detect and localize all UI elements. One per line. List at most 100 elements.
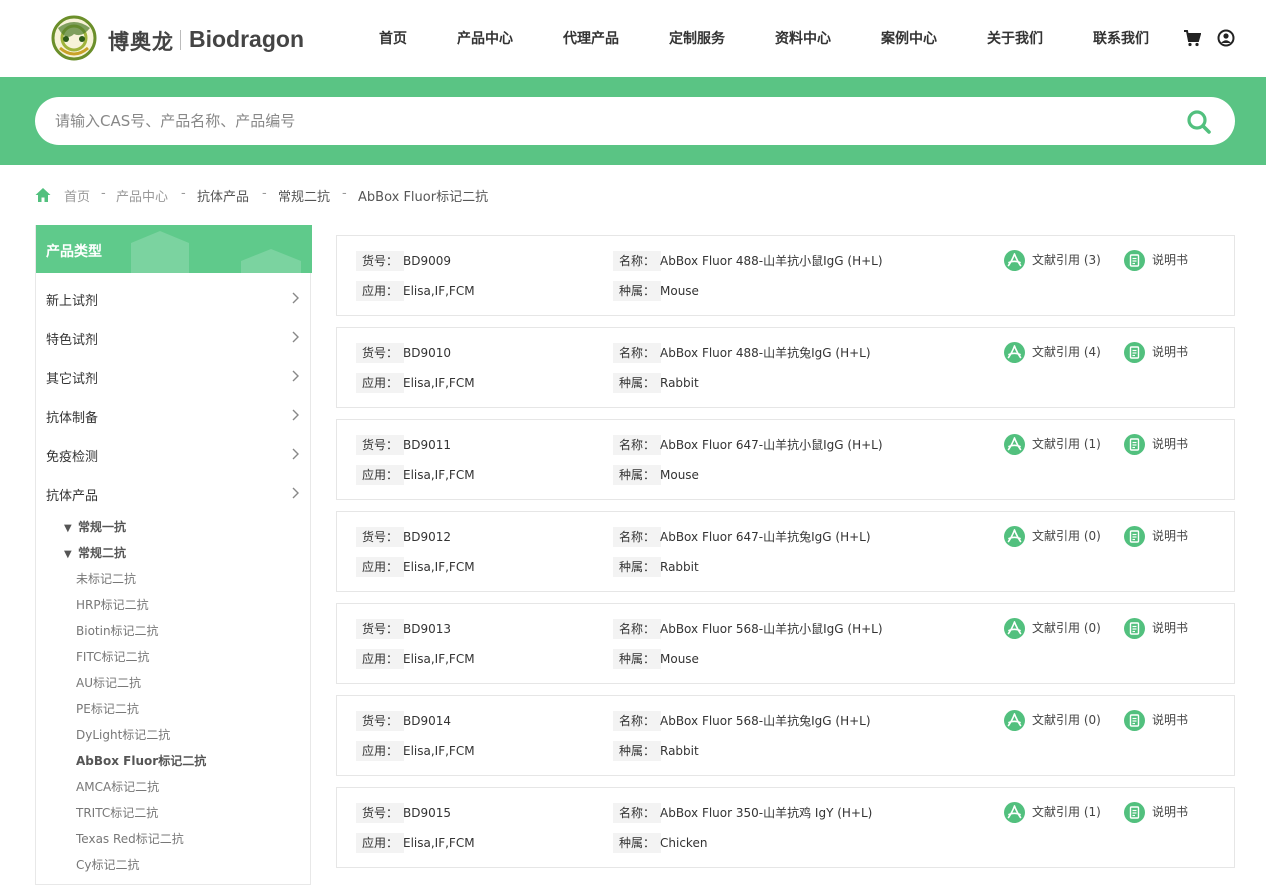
product-card[interactable]: 货号： BD9009 名称： AbBox Fluor 488-山羊抗小鼠IgG … (336, 235, 1235, 316)
citation-link[interactable]: 文献引用 (1) (1032, 435, 1101, 452)
search-input[interactable] (55, 97, 1155, 145)
pdf-icon[interactable] (1004, 802, 1025, 823)
pdf-icon[interactable] (1004, 434, 1025, 455)
product-name[interactable]: AbBox Fluor 568-山羊抗小鼠IgG (H+L) (660, 619, 883, 639)
product-name[interactable]: AbBox Fluor 488-山羊抗兔IgG (H+L) (660, 343, 871, 363)
nav-contact[interactable]: 联系我们 (1093, 28, 1149, 48)
citation-link[interactable]: 文献引用 (0) (1032, 527, 1101, 544)
manual-link[interactable]: 说明书 (1152, 711, 1188, 728)
manual-link[interactable]: 说明书 (1152, 527, 1188, 544)
sidebar-item-featured[interactable]: 特色试剂 (36, 318, 310, 357)
app-label-text: 应用 (362, 284, 387, 298)
breadcrumb-antibody[interactable]: 抗体产品 (197, 186, 249, 205)
manual-link[interactable]: 说明书 (1152, 343, 1188, 360)
sidebar-item-antibody-products[interactable]: 抗体产品 (36, 474, 310, 513)
app-label: 应用： (356, 741, 405, 761)
name-label: 名称： (613, 343, 662, 363)
colon: ： (386, 530, 399, 544)
sidebar-subitem[interactable]: TRITC标记二抗 (76, 804, 158, 821)
citation-link[interactable]: 文献引用 (1) (1032, 803, 1101, 820)
sidebar-item-immunoassay[interactable]: 免疫检测 (36, 435, 310, 474)
pdf-icon[interactable] (1004, 710, 1025, 731)
sidebar-item-other[interactable]: 其它试剂 (36, 357, 310, 396)
user-icon[interactable] (1217, 29, 1235, 47)
citation-link[interactable]: 文献引用 (0) (1032, 619, 1101, 636)
sidebar-subitem[interactable]: AMCA标记二抗 (76, 778, 159, 795)
citation-link[interactable]: 文献引用 (0) (1032, 711, 1101, 728)
product-name[interactable]: AbBox Fluor 568-山羊抗兔IgG (H+L) (660, 711, 871, 731)
nav-about[interactable]: 关于我们 (987, 28, 1043, 48)
pdf-icon[interactable] (1004, 526, 1025, 547)
manual-link[interactable]: 说明书 (1152, 251, 1188, 268)
app-label: 应用： (356, 649, 405, 669)
sidebar-item-antibody-prep[interactable]: 抗体制备 (36, 396, 310, 435)
product-name[interactable]: AbBox Fluor 647-山羊抗兔IgG (H+L) (660, 527, 871, 547)
product-name[interactable]: AbBox Fluor 647-山羊抗小鼠IgG (H+L) (660, 435, 883, 455)
subgroup-primary[interactable]: ▼ 常规一抗 (64, 518, 126, 535)
citation-link[interactable]: 文献引用 (4) (1032, 343, 1101, 360)
colon: ： (386, 652, 399, 666)
manual-link[interactable]: 说明书 (1152, 435, 1188, 452)
product-name[interactable]: AbBox Fluor 350-山羊抗鸡 IgY (H+L) (660, 803, 872, 823)
product-name[interactable]: AbBox Fluor 488-山羊抗小鼠IgG (H+L) (660, 251, 883, 271)
species-label-text: 种属 (619, 560, 644, 574)
breadcrumb-home[interactable]: 首页 (64, 186, 90, 205)
nav-agency-products[interactable]: 代理产品 (563, 28, 619, 48)
colon: ： (386, 744, 399, 758)
citation-link[interactable]: 文献引用 (3) (1032, 251, 1101, 268)
cart-icon[interactable] (1183, 29, 1201, 47)
nav-home[interactable]: 首页 (379, 28, 407, 48)
sidebar-subitem-active[interactable]: AbBox Fluor标记二抗 (76, 752, 206, 769)
sku-label-text: 货号 (362, 346, 387, 360)
manual-icon[interactable] (1124, 250, 1145, 271)
breadcrumb-secondary[interactable]: 常规二抗 (278, 186, 330, 205)
sidebar-subitem[interactable]: 未标记二抗 (76, 570, 136, 587)
nav-products[interactable]: 产品中心 (457, 28, 513, 48)
sidebar-subitem[interactable]: DyLight标记二抗 (76, 726, 170, 743)
pdf-icon[interactable] (1004, 250, 1025, 271)
manual-link[interactable]: 说明书 (1152, 619, 1188, 636)
product-application: Elisa,IF,FCM (403, 652, 475, 666)
product-application: Elisa,IF,FCM (403, 284, 475, 298)
manual-icon[interactable] (1124, 802, 1145, 823)
product-sku: BD9015 (403, 806, 452, 820)
breadcrumb-products[interactable]: 产品中心 (116, 186, 168, 205)
sidebar-subitem[interactable]: FITC标记二抗 (76, 648, 149, 665)
sidebar-subitem[interactable]: Biotin标记二抗 (76, 622, 159, 639)
sidebar-subitem[interactable]: Cy标记二抗 (76, 856, 139, 873)
sidebar-subitem[interactable]: HRP标记二抗 (76, 596, 149, 613)
manual-link[interactable]: 说明书 (1152, 803, 1188, 820)
subgroup-secondary[interactable]: ▼ 常规二抗 (64, 544, 126, 561)
pdf-icon[interactable] (1004, 618, 1025, 639)
colon: ： (643, 806, 656, 820)
product-card[interactable]: 货号： BD9011 名称： AbBox Fluor 647-山羊抗小鼠IgG … (336, 419, 1235, 500)
home-icon[interactable] (35, 187, 51, 203)
pdf-icon[interactable] (1004, 342, 1025, 363)
nav-cases[interactable]: 案例中心 (881, 28, 937, 48)
chevron-right-icon (292, 409, 299, 421)
biodragon-logo[interactable] (46, 12, 102, 64)
manual-icon[interactable] (1124, 710, 1145, 731)
nav-custom-service[interactable]: 定制服务 (669, 28, 725, 48)
product-card[interactable]: 货号： BD9014 名称： AbBox Fluor 568-山羊抗兔IgG (… (336, 695, 1235, 776)
nav-resources[interactable]: 资料中心 (775, 28, 831, 48)
product-card[interactable]: 货号： BD9013 名称： AbBox Fluor 568-山羊抗小鼠IgG … (336, 603, 1235, 684)
sidebar-subitem[interactable]: Texas Red标记二抗 (76, 830, 184, 847)
product-card[interactable]: 货号： BD9010 名称： AbBox Fluor 488-山羊抗兔IgG (… (336, 327, 1235, 408)
species-label: 种属： (613, 741, 662, 761)
product-card[interactable]: 货号： BD9012 名称： AbBox Fluor 647-山羊抗兔IgG (… (336, 511, 1235, 592)
app-label-text: 应用 (362, 744, 387, 758)
sku-label-text: 货号 (362, 438, 387, 452)
manual-icon[interactable] (1124, 434, 1145, 455)
species-label-text: 种属 (619, 284, 644, 298)
manual-icon[interactable] (1124, 342, 1145, 363)
product-card[interactable]: 货号： BD9015 名称： AbBox Fluor 350-山羊抗鸡 IgY … (336, 787, 1235, 868)
manual-icon[interactable] (1124, 618, 1145, 639)
search-icon[interactable] (1185, 108, 1213, 136)
sidebar-subitem[interactable]: AU标记二抗 (76, 674, 141, 691)
sidebar-item-new[interactable]: 新上试剂 (36, 279, 310, 318)
manual-icon[interactable] (1124, 526, 1145, 547)
sidebar-subitem[interactable]: PE标记二抗 (76, 700, 139, 717)
colon: ： (386, 468, 399, 482)
product-application: Elisa,IF,FCM (403, 376, 475, 390)
